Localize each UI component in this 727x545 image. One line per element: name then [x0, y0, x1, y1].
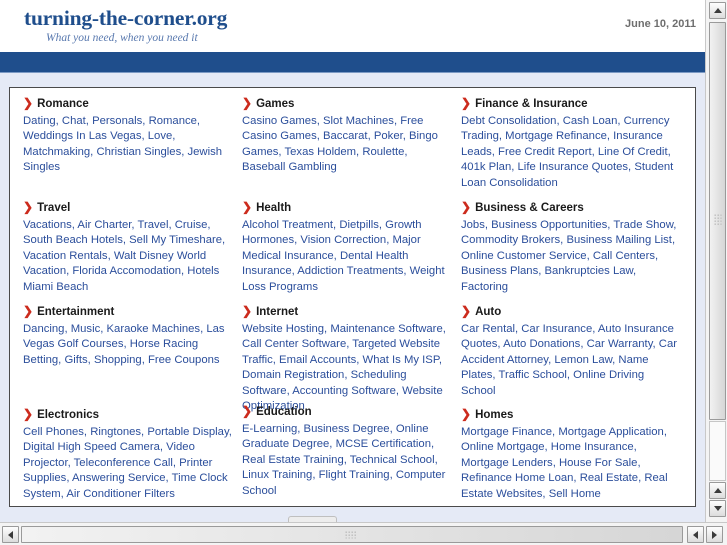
category-heading: ❯ Finance & Insurance — [461, 96, 681, 111]
directory-column-2: ❯ Games Casino Games, Slot Machines, Free… — [242, 96, 454, 499]
category-links[interactable]: Car Rental, Car Insurance, Auto Insuranc… — [461, 322, 681, 399]
site-title[interactable]: turning-the-corner.org — [24, 6, 227, 31]
category-heading-label: Education — [256, 406, 312, 418]
scroll-down-button[interactable] — [709, 500, 726, 517]
vertical-scrollbar[interactable] — [705, 0, 727, 522]
chevron-right-icon: ❯ — [23, 304, 34, 318]
category-heading: ❯ Health — [242, 200, 454, 215]
category-links[interactable]: Alcohol Treatment, Dietpills, Growth Hor… — [242, 218, 454, 295]
category-links[interactable]: Mortgage Finance, Mortgage Application, … — [461, 425, 681, 502]
category-heading: ❯ Homes — [461, 407, 681, 422]
category-block: ❯ Homes Mortgage Finance, Mortgage Applic… — [461, 407, 681, 502]
site-masthead: turning-the-corner.org What you need, wh… — [0, 0, 705, 52]
category-heading: ❯ Auto — [461, 304, 681, 319]
scroll-up-button[interactable] — [709, 2, 726, 19]
triangle-up-icon — [713, 488, 722, 493]
browser-window: turning-the-corner.org What you need, wh… — [0, 0, 727, 545]
vertical-scroll-thumb[interactable] — [709, 22, 726, 420]
chevron-right-icon: ❯ — [242, 200, 253, 214]
triangle-left-icon — [8, 530, 13, 539]
category-block: ❯ Finance & Insurance Debt Consolidation,… — [461, 96, 681, 200]
chevron-right-icon: ❯ — [461, 96, 472, 110]
category-links[interactable]: Jobs, Business Opportunities, Trade Show… — [461, 218, 681, 295]
scroll-page-up-button[interactable] — [709, 482, 726, 499]
grip-dots-icon — [714, 214, 722, 228]
category-block: ❯ Health Alcohol Treatment, Dietpills, Gr… — [242, 200, 454, 304]
header-divider-band — [0, 52, 705, 73]
category-block: ❯ Travel Vacations, Air Charter, Travel, … — [23, 200, 235, 304]
directory-column-3: ❯ Finance & Insurance Debt Consolidation,… — [461, 96, 681, 502]
category-links[interactable]: Vacations, Air Charter, Travel, Cruise, … — [23, 218, 235, 295]
category-block: ❯ Auto Car Rental, Car Insurance, Auto In… — [461, 304, 681, 407]
directory-column-1: ❯ Romance Dating, Chat, Personals, Romanc… — [23, 96, 235, 502]
chevron-right-icon: ❯ — [461, 304, 472, 318]
chevron-right-icon: ❯ — [242, 404, 253, 418]
category-heading-label: Business & Careers — [475, 202, 584, 214]
category-heading: ❯ Business & Careers — [461, 200, 681, 215]
category-heading: ❯ Travel — [23, 200, 235, 215]
triangle-down-icon — [713, 506, 722, 511]
category-heading: ❯ Electronics — [23, 407, 235, 422]
category-block: ❯ Education E-Learning, Business Degree, … — [242, 404, 454, 499]
directory-panel: ❯ Romance Dating, Chat, Personals, Romanc… — [9, 87, 696, 507]
category-heading-label: Auto — [475, 306, 502, 318]
category-heading: ❯ Romance — [23, 96, 235, 111]
current-date: June 10, 2011 — [625, 18, 696, 30]
scroll-right-button[interactable] — [706, 526, 723, 543]
category-heading-label: Romance — [37, 98, 89, 110]
horizontal-scrollbar[interactable] — [0, 522, 727, 545]
chevron-right-icon: ❯ — [461, 407, 472, 421]
category-links[interactable]: Dancing, Music, Karaoke Machines, Las Ve… — [23, 322, 235, 368]
scroll-left-button[interactable] — [2, 526, 19, 543]
scroll-page-left-button[interactable] — [687, 526, 704, 543]
category-heading-label: Finance & Insurance — [475, 98, 588, 110]
category-links[interactable]: Cell Phones, Ringtones, Portable Display… — [23, 425, 235, 502]
category-block: ❯ Internet Website Hosting, Maintenance S… — [242, 304, 454, 412]
site-tagline: What you need, when you need it — [46, 32, 198, 44]
triangle-left-icon — [693, 530, 698, 539]
chevron-right-icon: ❯ — [242, 304, 253, 318]
category-heading: ❯ Education — [242, 404, 454, 419]
chevron-right-icon: ❯ — [461, 200, 472, 214]
category-block: ❯ Business & Careers Jobs, Business Oppor… — [461, 200, 681, 304]
chevron-right-icon: ❯ — [23, 407, 34, 421]
category-heading-label: Health — [256, 202, 292, 214]
category-heading: ❯ Games — [242, 96, 454, 111]
chevron-right-icon: ❯ — [23, 96, 34, 110]
category-heading-label: Entertainment — [37, 306, 115, 318]
category-heading-label: Travel — [37, 202, 71, 214]
category-links[interactable]: Website Hosting, Maintenance Software, C… — [242, 322, 454, 414]
category-heading: ❯ Internet — [242, 304, 454, 319]
vertical-scroll-track[interactable] — [709, 421, 726, 481]
chevron-right-icon: ❯ — [242, 96, 253, 110]
page-body: ❯ Romance Dating, Chat, Personals, Romanc… — [0, 73, 705, 522]
category-block: ❯ Electronics Cell Phones, Ringtones, Por… — [23, 407, 235, 502]
category-block: ❯ Romance Dating, Chat, Personals, Romanc… — [23, 96, 235, 200]
triangle-right-icon — [712, 530, 717, 539]
category-heading-label: Games — [256, 98, 295, 110]
category-heading-label: Homes — [475, 409, 514, 421]
category-heading-label: Internet — [256, 306, 299, 318]
page-viewport: turning-the-corner.org What you need, wh… — [0, 0, 705, 522]
triangle-up-icon — [713, 8, 722, 13]
directory-columns: ❯ Romance Dating, Chat, Personals, Romanc… — [10, 88, 695, 506]
category-block: ❯ Entertainment Dancing, Music, Karaoke M… — [23, 304, 235, 407]
category-links[interactable]: E-Learning, Business Degree, Online Grad… — [242, 422, 454, 499]
chevron-right-icon: ❯ — [23, 200, 34, 214]
category-heading-label: Electronics — [37, 409, 100, 421]
grip-dots-icon — [345, 531, 359, 539]
category-heading: ❯ Entertainment — [23, 304, 235, 319]
category-links[interactable]: Debt Consolidation, Cash Loan, Currency … — [461, 114, 681, 191]
horizontal-scroll-thumb[interactable] — [21, 526, 683, 543]
category-links[interactable]: Dating, Chat, Personals, Romance, Weddin… — [23, 114, 235, 176]
category-block: ❯ Games Casino Games, Slot Machines, Free… — [242, 96, 454, 200]
category-links[interactable]: Casino Games, Slot Machines, Free Casino… — [242, 114, 454, 176]
